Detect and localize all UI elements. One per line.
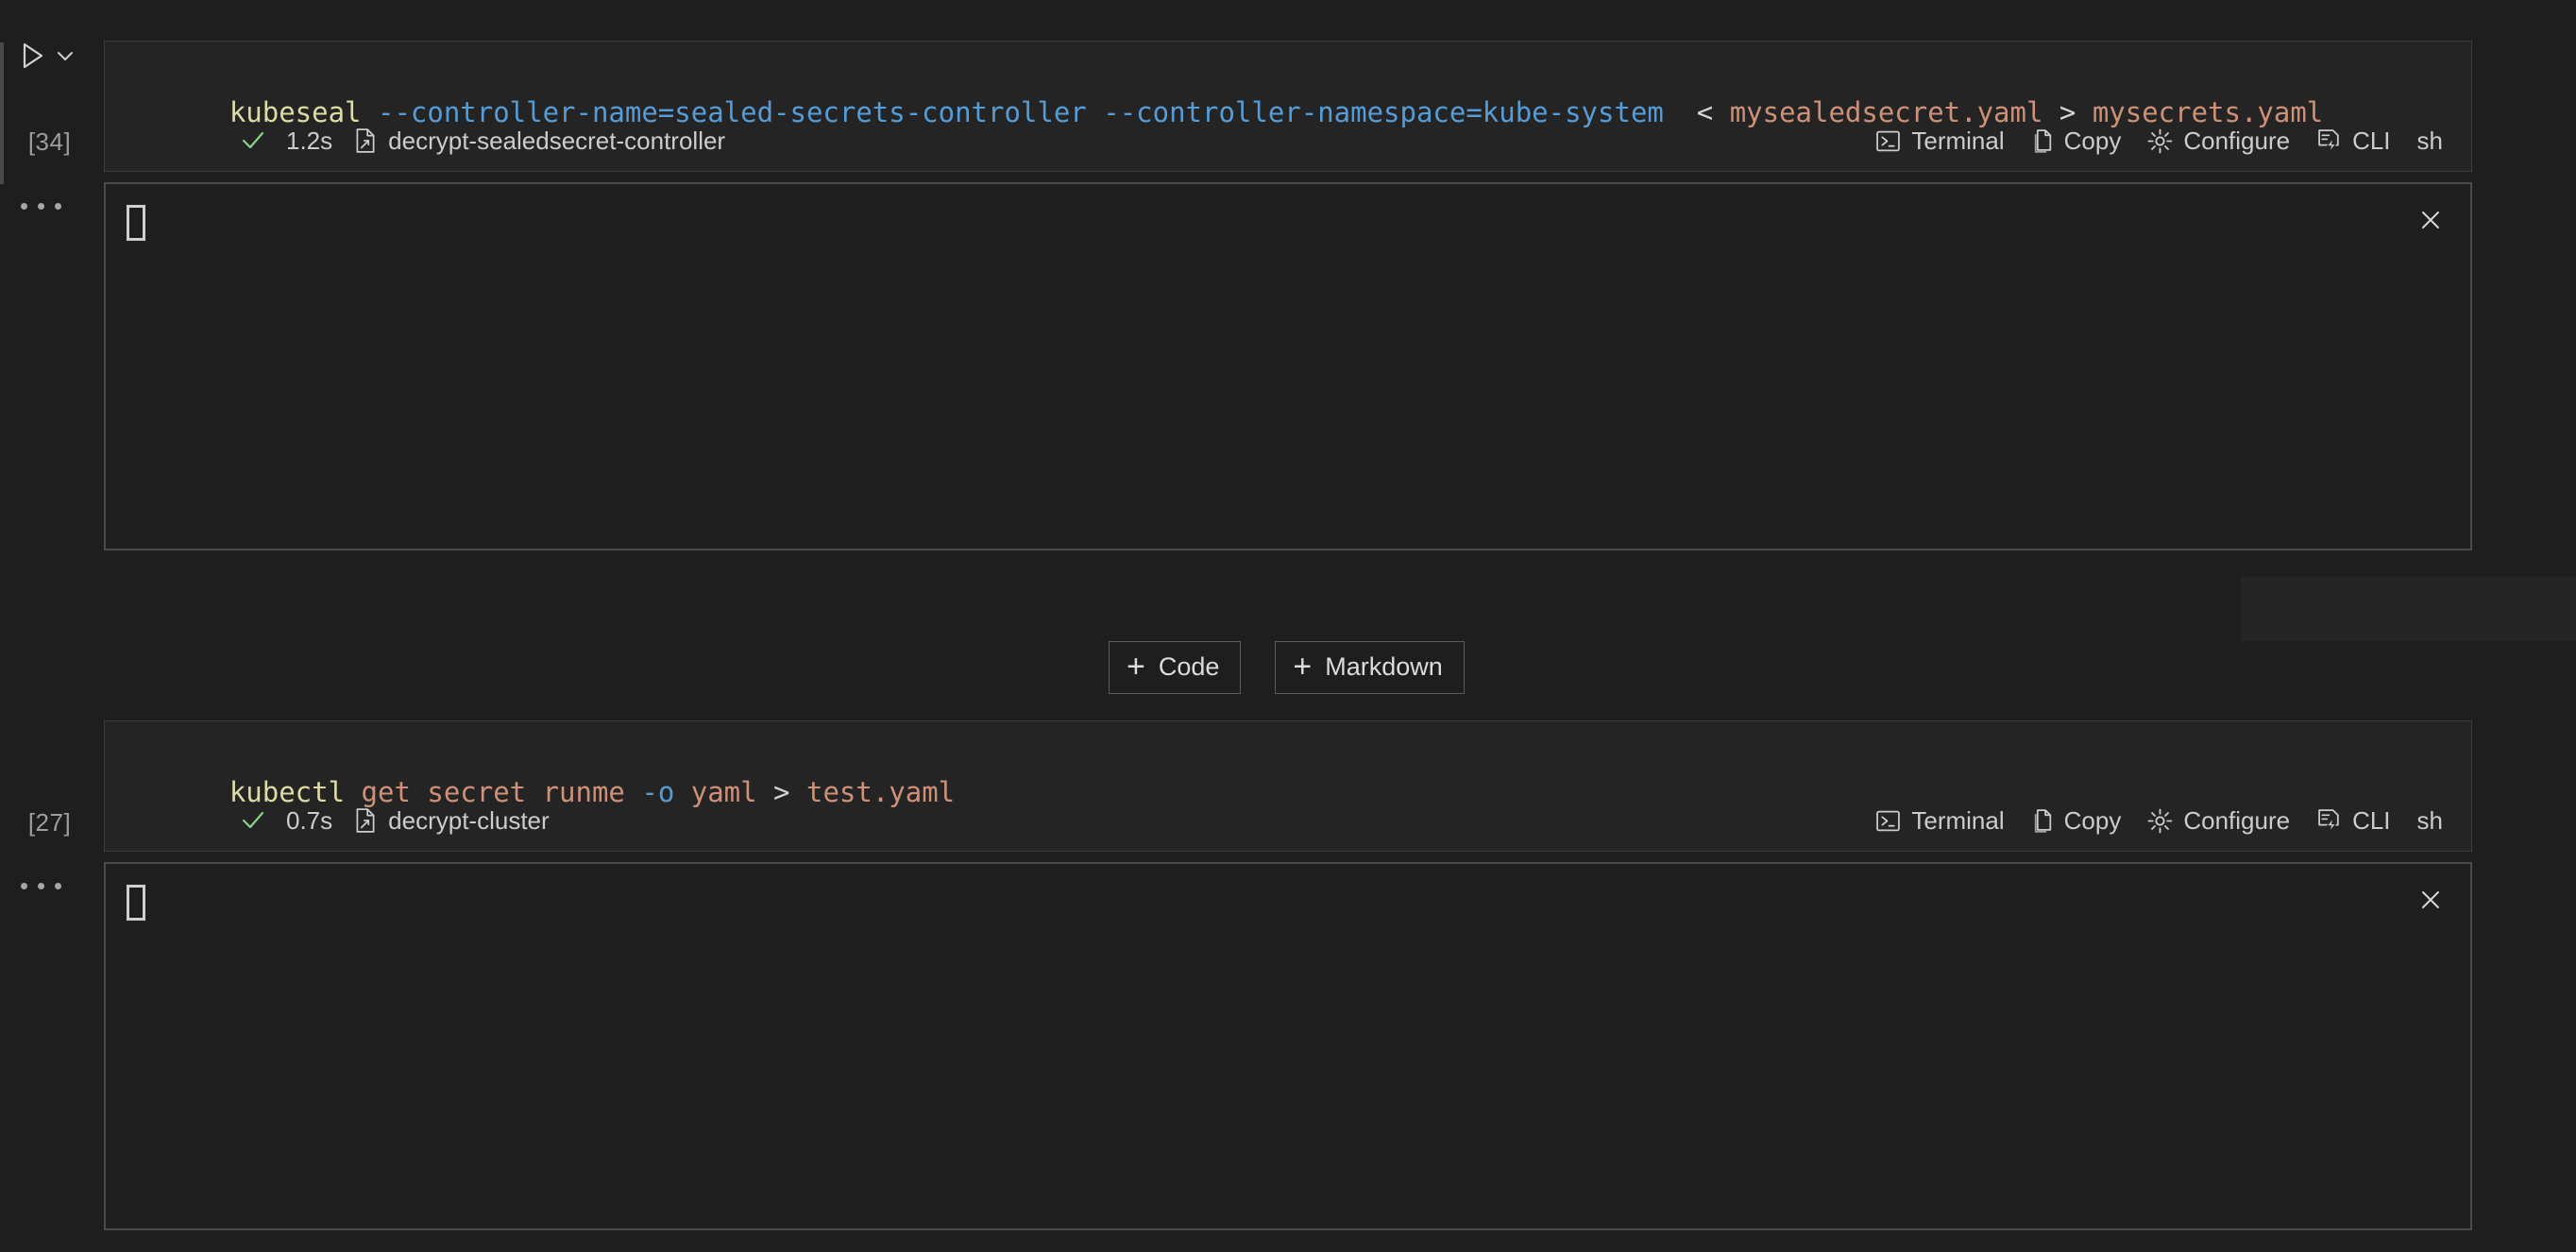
cell-2-output[interactable] xyxy=(104,862,2472,1230)
copy-action-1[interactable]: Copy xyxy=(2018,123,2135,160)
language-badge-1[interactable]: sh xyxy=(2404,123,2450,160)
dot xyxy=(55,203,61,210)
plus-icon: + xyxy=(1293,651,1312,683)
cell-2-output-glyph xyxy=(127,885,145,921)
dot xyxy=(21,203,27,210)
cell-2-output-close-button[interactable] xyxy=(2412,881,2449,919)
copy-action-label-2: Copy xyxy=(2064,806,2122,836)
cell-1-statusbar: 1.2s decrypt-sealedsecret-controller xyxy=(105,117,2471,164)
add-code-cell-button[interactable]: + Code xyxy=(1109,641,1241,694)
cell-2-duration: 0.7s xyxy=(273,803,340,839)
add-markdown-cell-button[interactable]: + Markdown xyxy=(1275,641,1464,694)
code-cell-2[interactable]: kubectl get secret runme -o yaml > test.… xyxy=(104,720,2472,852)
cell-1-output-glyph xyxy=(127,205,145,241)
cell-1-name-chip[interactable]: decrypt-sealedsecret-controller xyxy=(340,123,738,160)
cell-1-actions: Terminal Copy xyxy=(1862,123,2471,160)
terminal-action-2[interactable]: Terminal xyxy=(1862,803,2017,839)
file-link-icon xyxy=(353,807,378,834)
configure-action-1[interactable]: Configure xyxy=(2134,123,2303,160)
cell-2-name-label: decrypt-cluster xyxy=(388,806,550,836)
cell-2-statusbar: 0.7s decrypt-cluster xyxy=(105,797,2471,844)
terminal-action-label-2: Terminal xyxy=(1911,806,2004,836)
cli-action-1[interactable]: CLI xyxy=(2303,123,2403,160)
add-cell-toolbar: + Code + Markdown xyxy=(1109,641,1465,694)
copy-action-label-1: Copy xyxy=(2064,127,2122,156)
cli-icon xyxy=(2316,808,2342,833)
add-markdown-cell-label: Markdown xyxy=(1325,652,1443,682)
cell-1-duration: 1.2s xyxy=(273,123,340,160)
gear-icon xyxy=(2147,128,2173,154)
copy-icon xyxy=(2031,808,2054,834)
cell-more-actions-2[interactable] xyxy=(21,883,61,889)
execution-count-cell-2: [27] xyxy=(0,808,99,837)
cell-2-success-status xyxy=(228,804,273,837)
configure-action-2[interactable]: Configure xyxy=(2134,803,2303,839)
cli-icon xyxy=(2316,128,2342,153)
check-icon xyxy=(241,808,265,833)
terminal-icon xyxy=(1875,809,1901,833)
dot xyxy=(38,883,44,889)
add-code-cell-label: Code xyxy=(1159,652,1220,682)
cell-1-output-close-button[interactable] xyxy=(2412,201,2449,239)
cell-1-output[interactable] xyxy=(104,182,2472,550)
language-badge-2[interactable]: sh xyxy=(2404,803,2450,839)
cli-action-2[interactable]: CLI xyxy=(2303,803,2403,839)
play-icon xyxy=(21,42,45,70)
cli-action-label-2: CLI xyxy=(2352,806,2390,836)
chevron-down-icon[interactable] xyxy=(55,45,76,66)
copy-icon xyxy=(2031,128,2054,154)
dot xyxy=(55,883,61,889)
terminal-action-label-1: Terminal xyxy=(1911,127,2004,156)
cli-action-label-1: CLI xyxy=(2352,127,2390,156)
cell-2-name-chip[interactable]: decrypt-cluster xyxy=(340,803,563,839)
cell-1-status-left: 1.2s decrypt-sealedsecret-controller xyxy=(105,123,738,160)
gear-icon xyxy=(2147,808,2173,834)
hover-highlight-strip xyxy=(2241,577,2576,641)
check-icon xyxy=(241,128,265,153)
copy-action-2[interactable]: Copy xyxy=(2018,803,2135,839)
cell-more-actions-1[interactable] xyxy=(21,203,61,210)
terminal-icon xyxy=(1875,129,1901,153)
dot xyxy=(21,883,27,889)
run-cell-button[interactable] xyxy=(21,42,76,70)
cell-2-actions: Terminal Copy xyxy=(1862,803,2471,839)
dot xyxy=(38,203,44,210)
configure-action-label-1: Configure xyxy=(2183,127,2290,156)
execution-count-cell-1: [34] xyxy=(0,127,99,157)
plus-icon: + xyxy=(1127,651,1145,683)
terminal-action-1[interactable]: Terminal xyxy=(1862,123,2017,160)
cell-1-success-status xyxy=(228,125,273,157)
cell-2-status-left: 0.7s decrypt-cluster xyxy=(105,803,563,839)
configure-action-label-2: Configure xyxy=(2183,806,2290,836)
cell-1-name-label: decrypt-sealedsecret-controller xyxy=(388,127,725,156)
file-link-icon xyxy=(353,127,378,154)
code-cell-1[interactable]: kubeseal --controller-name=sealed-secret… xyxy=(104,41,2472,172)
cell-focus-indicator xyxy=(0,42,4,184)
